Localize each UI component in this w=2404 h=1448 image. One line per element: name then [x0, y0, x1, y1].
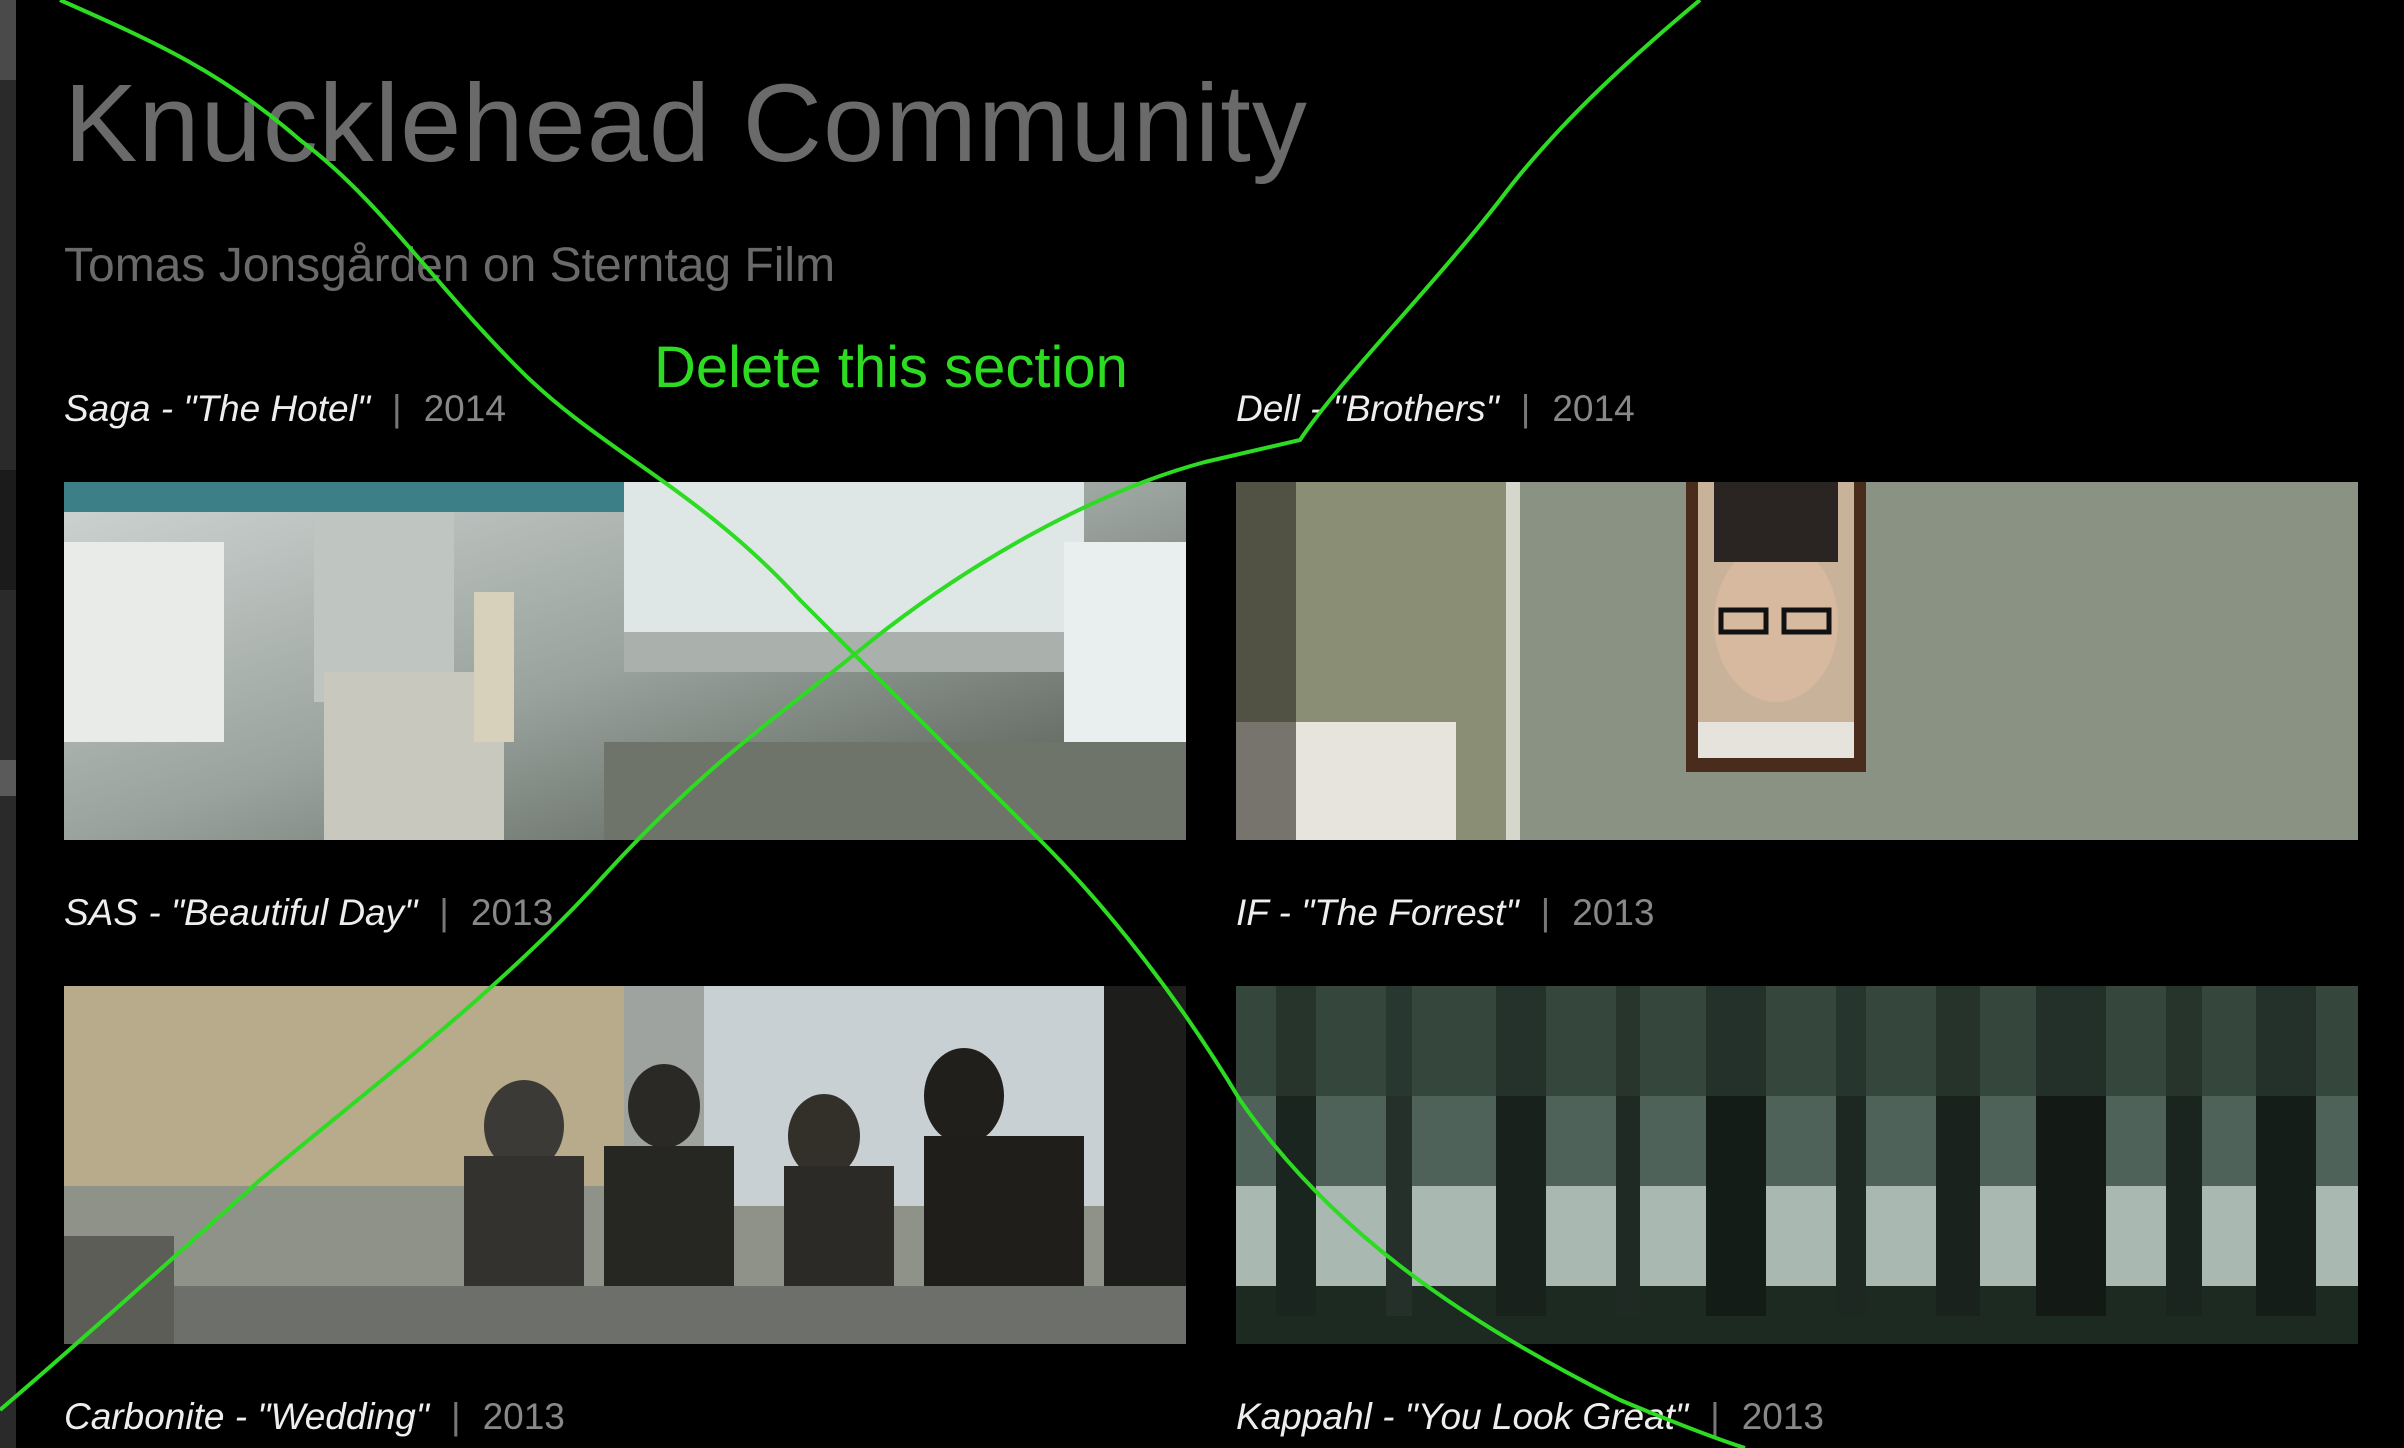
project-year: 2013	[1741, 1396, 1824, 1437]
project-title[interactable]: Carbonite - "Wedding"	[64, 1396, 429, 1437]
project-caption-carbonite[interactable]: Carbonite - "Wedding" | 2013	[64, 1396, 565, 1438]
annotation-text: Delete this section	[654, 335, 1128, 400]
video-thumbnail-saga-hotel[interactable]	[64, 482, 1186, 840]
project-caption-kappahl[interactable]: Kappahl - "You Look Great" | 2013	[1236, 1396, 1824, 1438]
caption-separator: |	[439, 892, 449, 933]
project-year: 2013	[482, 1396, 565, 1437]
project-title[interactable]: IF - "The Forrest"	[1236, 892, 1519, 933]
video-thumbnail-dell-brothers[interactable]	[1236, 482, 2358, 840]
caption-separator: |	[1540, 892, 1551, 933]
page-title: Knucklehead Community	[64, 62, 1308, 185]
project-caption-dell[interactable]: Dell - "Brothers" | 2014	[1236, 388, 1635, 430]
project-title[interactable]: Dell - "Brothers"	[1236, 388, 1499, 429]
project-year: 2014	[423, 388, 506, 429]
caption-separator: |	[1520, 388, 1531, 429]
project-year: 2013	[1572, 892, 1655, 933]
project-caption-sas[interactable]: SAS - "Beautiful Day" | 2013	[64, 892, 553, 934]
caption-separator: |	[450, 1396, 461, 1437]
project-caption-if[interactable]: IF - "The Forrest" | 2013	[1236, 892, 1655, 934]
project-title[interactable]: SAS - "Beautiful Day"	[64, 892, 417, 933]
caption-separator: |	[391, 388, 402, 429]
project-caption-saga[interactable]: Saga - "The Hotel" | 2014	[64, 388, 506, 430]
page-subtitle: Tomas Jonsgården on Sterntag Film	[64, 239, 836, 292]
project-title[interactable]: Saga - "The Hotel"	[64, 388, 370, 429]
underlying-window-edge	[0, 0, 16, 1448]
page: Knucklehead Community Tomas Jonsgården o…	[0, 0, 2404, 1448]
caption-separator: |	[1710, 1396, 1720, 1437]
project-year: 2013	[470, 892, 554, 933]
video-thumbnail-sas-beautiful-day[interactable]	[64, 986, 1186, 1344]
project-title[interactable]: Kappahl - "You Look Great"	[1236, 1396, 1688, 1437]
project-year: 2014	[1552, 388, 1635, 429]
video-thumbnail-if-forrest[interactable]	[1236, 986, 2358, 1344]
